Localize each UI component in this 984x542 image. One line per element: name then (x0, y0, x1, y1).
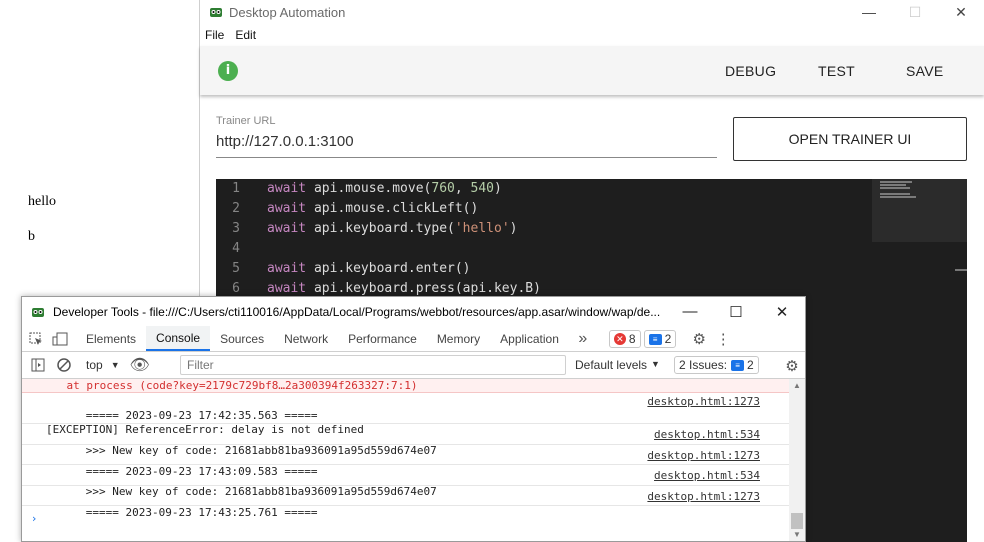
console-source-link[interactable]: desktop.html:1273 (647, 447, 760, 465)
close-button[interactable]: ✕ (938, 0, 984, 24)
maximize-button[interactable]: ☐ (892, 0, 938, 24)
more-options-icon[interactable]: ⋮ (713, 326, 733, 351)
devtools-minimize-button[interactable]: — (667, 297, 713, 326)
code-line: 3 await api.keyboard.type('hello') (232, 221, 518, 236)
context-selector[interactable]: top (86, 358, 103, 372)
trainer-url-input[interactable]: http://127.0.0.1:3100 (216, 133, 354, 150)
menu-edit[interactable]: Edit (235, 28, 256, 42)
console-output: at process (code?key=2179c729bf8…2a30039… (22, 379, 790, 541)
tab-performance[interactable]: Performance (338, 326, 427, 351)
trainer-url-underline (216, 157, 717, 158)
message-icon: ≡ (648, 333, 662, 345)
debug-button[interactable]: DEBUG (725, 46, 776, 95)
console-source-link[interactable]: desktop.html:1273 (647, 488, 760, 506)
devtools-maximize-button[interactable]: ☐ (713, 297, 759, 326)
background-text-hello: hello (28, 194, 56, 209)
inspect-element-icon[interactable] (26, 326, 46, 351)
devtools-window: Developer Tools - file:///C:/Users/cti11… (21, 296, 806, 542)
settings-gear-icon[interactable]: ⚙ (689, 326, 709, 351)
sidebar-toggle-icon[interactable] (28, 358, 48, 372)
menubar: File Edit (200, 24, 984, 46)
levels-dropdown-icon[interactable]: ▼ (651, 359, 660, 369)
code-line: 5 await api.keyboard.enter() (232, 261, 471, 276)
console-settings-gear-icon[interactable]: ⚙ (782, 357, 802, 375)
menu-file[interactable]: File (205, 28, 224, 42)
tab-memory[interactable]: Memory (427, 326, 490, 351)
devtools-close-button[interactable]: ✕ (759, 297, 805, 326)
issues-badge[interactable]: 2 Issues: ≡ 2 (674, 356, 759, 374)
tab-network[interactable]: Network (274, 326, 338, 351)
clear-console-icon[interactable] (54, 358, 74, 372)
info-icon[interactable]: i (218, 60, 238, 81)
console-source-link[interactable]: desktop.html:1273 (647, 395, 760, 409)
context-dropdown-icon[interactable]: ▼ (111, 360, 120, 370)
console-row: at process (code?key=2179c729bf8…2a30039… (22, 379, 790, 393)
tab-application[interactable]: Application (490, 326, 569, 351)
error-count-badge[interactable]: ✕ 8 (608, 330, 641, 348)
automation-title: Desktop Automation (229, 4, 346, 20)
devtools-tabbar: Elements Console Sources Network Perform… (22, 326, 805, 352)
code-line: 4 (232, 241, 240, 256)
test-button[interactable]: TEST (818, 46, 855, 95)
background-text-b: b (28, 229, 35, 244)
console-filter-input[interactable]: Filter (180, 355, 566, 375)
console-filterbar: top ▼ 👁 Filter Default levels ▼ 2 Issues… (22, 352, 805, 379)
tab-elements[interactable]: Elements (76, 326, 146, 351)
trainer-url-label: Trainer URL (216, 115, 276, 127)
automation-titlebar[interactable]: Desktop Automation — ☐ ✕ (200, 0, 984, 24)
error-icon: ✕ (613, 333, 626, 345)
live-expression-eye-icon[interactable]: 👁 (129, 355, 149, 375)
devtools-titlebar[interactable]: Developer Tools - file:///C:/Users/cti11… (22, 297, 805, 326)
console-row: >>> New key of code: 21681abb81ba936091a… (22, 424, 790, 457)
code-line: 2 await api.mouse.clickLeft() (232, 201, 479, 216)
code-line: 1 await api.mouse.move(760, 540) (232, 181, 502, 196)
console-scrollbar-thumb[interactable] (791, 513, 803, 529)
issues-icon: ≡ (731, 359, 745, 371)
console-row: ===== 2023-09-23 17:43:09.583 ===== desk… (22, 445, 790, 478)
log-levels-dropdown[interactable]: Default levels (575, 358, 647, 372)
devtools-title: Developer Tools - file:///C:/Users/cti11… (53, 304, 661, 319)
devtools-app-icon (31, 305, 45, 319)
console-row: ===== 2023-09-23 17:42:35.563 ===== [EXC… (22, 393, 790, 436)
console-source-link[interactable]: desktop.html:534 (654, 467, 760, 485)
save-button[interactable]: SAVE (906, 46, 944, 95)
tab-console[interactable]: Console (146, 326, 211, 351)
console-scrollbar[interactable]: ▲ ▼ (789, 379, 805, 541)
open-trainer-ui-button[interactable]: OPEN TRAINER UI (733, 117, 967, 161)
app-logo-icon (209, 5, 223, 19)
device-toolbar-icon[interactable] (50, 326, 70, 351)
message-count-badge[interactable]: ≡ 2 (643, 330, 677, 348)
tab-sources[interactable]: Sources (210, 326, 274, 351)
console-row: >>> New key of code: 21681abb81ba936091a… (22, 465, 790, 498)
minimize-button[interactable]: — (846, 0, 892, 24)
automation-toolbar: i DEBUG TEST SAVE (200, 46, 984, 95)
editor-minimap[interactable] (872, 179, 967, 242)
console-source-link[interactable]: desktop.html:534 (654, 426, 760, 444)
more-tabs-icon[interactable]: » (573, 326, 593, 351)
editor-scroll-marker (955, 269, 967, 271)
console-row: ===== 2023-09-23 17:43:25.761 ===== desk… (22, 486, 790, 519)
